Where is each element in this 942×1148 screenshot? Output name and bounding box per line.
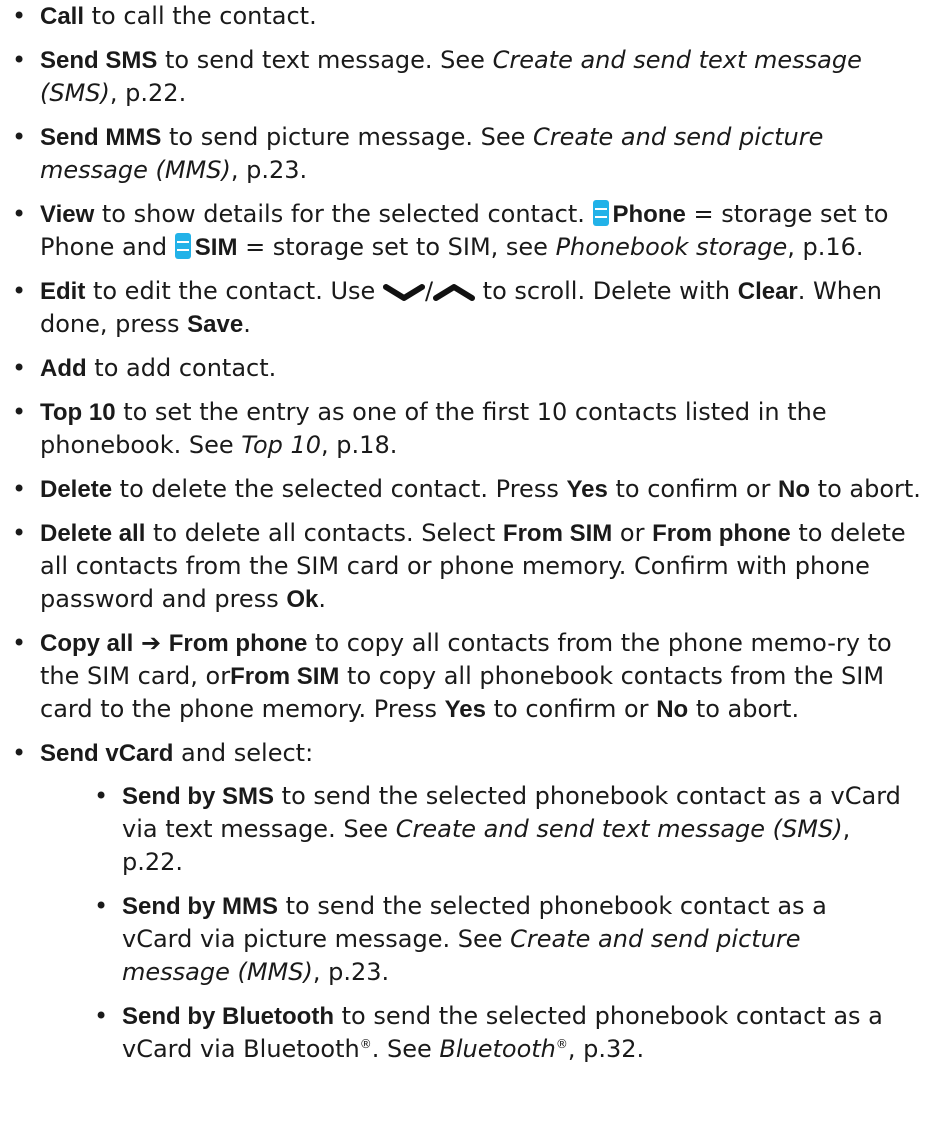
list-item-view: • View to show details for the selected … [0, 198, 922, 264]
bullet: • [12, 629, 27, 657]
bullet: • [12, 519, 27, 547]
bullet: • [12, 277, 27, 305]
cross-reference: Bluetooth [439, 1035, 556, 1063]
term-add: Add [40, 355, 87, 382]
page-ref: , p.18. [321, 431, 398, 459]
term-no: No [778, 476, 811, 503]
term-yes: Yes [566, 476, 608, 503]
term-delete-all: Delete all [40, 520, 146, 547]
bullet: • [12, 123, 27, 151]
term-from-sim: From SIM [502, 520, 613, 547]
term-send-by-sms: Send by SMS [122, 783, 275, 810]
manual-page: • Call to call the contact. • Send SMS t… [0, 0, 942, 1077]
registered-mark: ® [555, 1037, 568, 1051]
term-send-sms: Send SMS [40, 47, 158, 74]
list-item-delete-all: • Delete all to delete all contacts. Sel… [0, 517, 922, 616]
term-view: View [40, 201, 95, 228]
bullet: • [12, 354, 27, 382]
item-text: to add contact. [86, 354, 277, 382]
cross-reference: Create and send text message (SMS) [395, 815, 843, 843]
term-copy-all: Copy all [40, 630, 134, 657]
list-item-call: • Call to call the contact. [0, 0, 922, 33]
item-text: . See [371, 1035, 440, 1063]
item-text: to set the entry as one of the first 10 … [40, 398, 827, 459]
term-send-by-bluetooth: Send by Bluetooth [122, 1003, 334, 1030]
phone-storage-icon [592, 200, 609, 226]
item-text: to abort. [688, 695, 800, 723]
item-text: to abort. [810, 475, 921, 503]
list-item-edit: • Edit to edit the contact. Use / to scr… [0, 275, 922, 341]
term-send-vcard: Send vCard [40, 740, 174, 767]
list-item-delete: • Delete to delete the selected contact.… [0, 473, 922, 506]
term-call: Call [40, 3, 85, 30]
list-item-send-vcard: • Send vCard and select: • Send by SMS t… [0, 737, 922, 1066]
bullet: • [12, 475, 27, 503]
item-text: to send picture message. See [161, 123, 534, 151]
item-text: to scroll. Delete with [475, 277, 738, 305]
bullet: • [12, 46, 27, 74]
send-vcard-sublist: • Send by SMS to send the selected phone… [40, 780, 922, 1066]
item-text: to confirm or [607, 475, 779, 503]
term-no: No [656, 696, 689, 723]
term-top10: Top 10 [40, 399, 116, 426]
list-item-top10: • Top 10 to set the entry as one of the … [0, 396, 922, 462]
bullet: • [94, 892, 109, 920]
term-from-phone: From phone [168, 630, 308, 657]
list-item-send-mms: • Send MMS to send picture message. See … [0, 121, 922, 187]
term-send-by-mms: Send by MMS [122, 893, 279, 920]
term-from-phone: From phone [652, 520, 791, 547]
term-edit: Edit [40, 278, 86, 305]
term-send-mms: Send MMS [40, 124, 162, 151]
item-text: and select: [173, 739, 314, 767]
sub-item-send-by-mms: • Send by MMS to send the selected phone… [40, 890, 902, 989]
sub-item-send-by-sms: • Send by SMS to send the selected phone… [40, 780, 902, 879]
bullet: • [94, 782, 109, 810]
term-save: Save [187, 311, 244, 338]
term-clear: Clear [737, 278, 798, 305]
page-ref: , p.16. [787, 233, 864, 261]
bullet: • [94, 1002, 109, 1030]
sub-item-send-by-bluetooth: • Send by Bluetooth to send the selected… [40, 1000, 902, 1066]
item-text: to show details for the selected contact… [94, 200, 593, 228]
item-text: to edit the contact. Use [85, 277, 383, 305]
list-item-add: • Add to add contact. [0, 352, 922, 385]
registered-mark: ® [359, 1037, 372, 1051]
phone-label: Phone [612, 201, 686, 228]
item-text: to delete all contacts. Select [145, 519, 503, 547]
sim-storage-icon [174, 233, 191, 259]
cross-reference: Top 10 [241, 431, 322, 459]
chevron-down-icon [382, 284, 425, 301]
item-text: = storage set to SIM, see [237, 233, 556, 261]
item-text: or [612, 519, 653, 547]
bullet: • [12, 739, 27, 767]
term-ok: Ok [286, 586, 319, 613]
item-text: to confirm or [485, 695, 657, 723]
phonebook-options-list: • Call to call the contact. • Send SMS t… [0, 0, 942, 1066]
term-yes: Yes [444, 696, 486, 723]
item-text: to send text message. See [157, 46, 493, 74]
list-item-send-sms: • Send SMS to send text message. See Cre… [0, 44, 922, 110]
term-from-sim: From SIM [230, 663, 340, 690]
bullet: • [12, 2, 27, 30]
item-text: to call the contact. [84, 2, 317, 30]
page-ref: , p.23. [312, 958, 390, 986]
term-delete: Delete [40, 476, 113, 503]
item-text: . [243, 310, 251, 338]
page-ref: , p.22. [109, 79, 187, 107]
arrow-right-icon: ➔ [141, 629, 162, 657]
cross-reference: Phonebook storage [555, 233, 788, 261]
item-text: to delete the selected contact. Press [112, 475, 567, 503]
separator-slash: / [424, 277, 434, 305]
item-text: . [318, 585, 326, 613]
bullet: • [12, 398, 27, 426]
sim-label: SIM [194, 234, 238, 261]
page-ref: , p.32. [567, 1035, 645, 1063]
chevron-up-icon [433, 284, 476, 301]
bullet: • [12, 200, 27, 228]
list-item-copy-all: • Copy all ➔ From phone to copy all cont… [0, 627, 922, 726]
page-ref: , p.23. [230, 156, 308, 184]
